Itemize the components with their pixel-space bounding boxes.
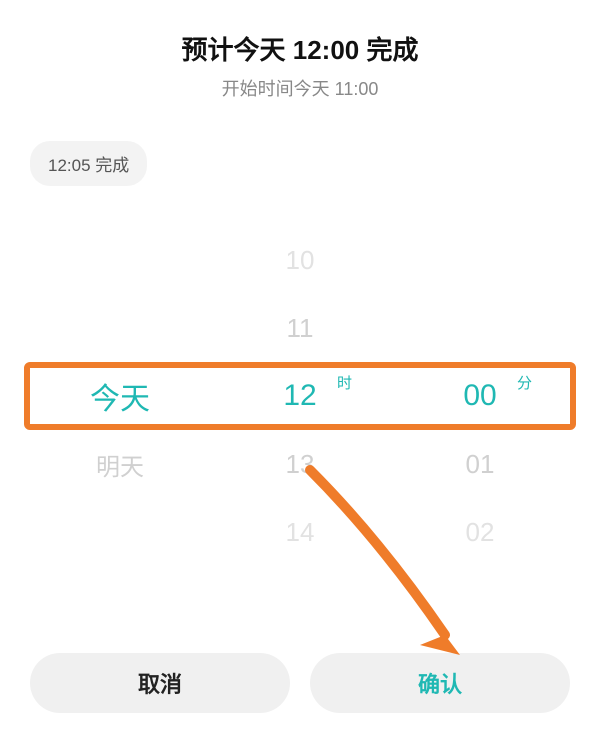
minute-option: 01 [390, 430, 570, 498]
completion-chip[interactable]: 12:05 完成 [30, 141, 147, 186]
dialog-title: 预计今天 12:00 完成 [30, 30, 570, 67]
header: 预计今天 12:00 完成 开始时间今天 11:00 [30, 30, 570, 101]
hour-suffix: 时 [337, 372, 352, 393]
footer-buttons: 取消 确认 [30, 653, 570, 713]
time-picker: 今天 明天 10 11 12 时 13 [30, 226, 570, 566]
day-selected: 今天 [30, 362, 210, 430]
completion-chip-label: 12:05 完成 [48, 156, 129, 175]
minute-wheel[interactable]: 00 分 01 02 [390, 226, 570, 566]
hour-option: 11 [210, 294, 390, 362]
confirm-button[interactable]: 确认 [310, 653, 570, 713]
minute-selected: 00 分 [390, 362, 570, 430]
day-option: 明天 [30, 430, 210, 498]
minute-option: 02 [390, 498, 570, 566]
time-picker-dialog: 预计今天 12:00 完成 开始时间今天 11:00 12:05 完成 今天 明… [0, 0, 600, 733]
hour-selected: 12 时 [210, 362, 390, 430]
cancel-button[interactable]: 取消 [30, 653, 290, 713]
hour-wheel[interactable]: 10 11 12 时 13 14 [210, 226, 390, 566]
hour-option: 10 [210, 226, 390, 294]
hour-option: 14 [210, 498, 390, 566]
hour-option: 13 [210, 430, 390, 498]
dialog-subtitle: 开始时间今天 11:00 [30, 75, 570, 101]
minute-suffix: 分 [517, 372, 532, 393]
day-wheel[interactable]: 今天 明天 [30, 226, 210, 566]
